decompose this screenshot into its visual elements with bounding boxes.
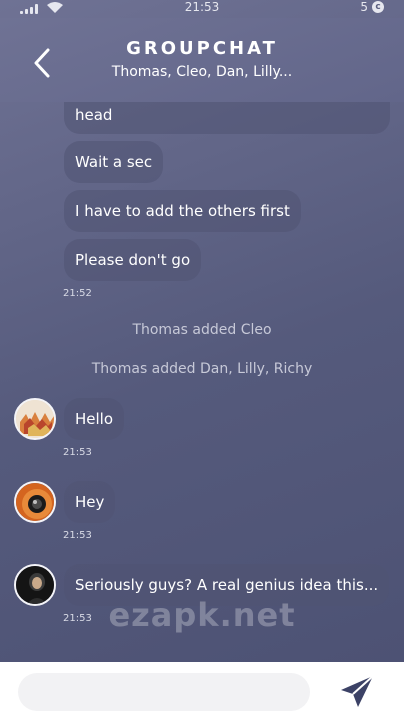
system-message: Thomas added Cleo bbox=[132, 322, 272, 338]
message-timestamp: 21:52 bbox=[63, 288, 92, 299]
message-text: Hello bbox=[75, 410, 114, 428]
message-bubble: Please don't go bbox=[64, 239, 202, 281]
message-bubble: Hello bbox=[64, 398, 125, 440]
system-message: Thomas added Dan, Lilly, Richy bbox=[91, 361, 313, 377]
watermark: ezapk.net bbox=[108, 596, 296, 634]
send-button[interactable] bbox=[338, 674, 376, 710]
avatar-image bbox=[16, 483, 54, 521]
message-text: head bbox=[75, 106, 113, 124]
message-timestamp: 21:53 bbox=[63, 530, 92, 541]
chat-header: GROUPCHAT Thomas, Cleo, Dan, Lilly... bbox=[0, 18, 404, 102]
message-text: Wait a sec bbox=[75, 153, 153, 171]
message-text: Seriously guys? A real genius idea this.… bbox=[75, 576, 379, 594]
message-bubble: I have to add the others first bbox=[64, 190, 301, 232]
page-title: GROUPCHAT bbox=[126, 38, 278, 59]
message-bubble: Hey bbox=[64, 481, 116, 523]
message-text: I have to add the others first bbox=[75, 202, 290, 220]
group-members[interactable]: Thomas, Cleo, Dan, Lilly... bbox=[0, 64, 404, 80]
message-input-bar bbox=[0, 662, 404, 720]
avatar-image bbox=[16, 400, 54, 438]
message-text: Please don't go bbox=[75, 251, 191, 269]
chat-screen: head Wait a sec I have to add the others… bbox=[0, 0, 404, 662]
send-icon bbox=[341, 675, 374, 707]
avatar[interactable] bbox=[14, 481, 56, 523]
avatar[interactable] bbox=[14, 398, 56, 440]
message-text: Hey bbox=[75, 493, 105, 511]
message-input[interactable] bbox=[18, 673, 310, 711]
message-bubble: Wait a sec bbox=[64, 141, 164, 183]
message-timestamp: 21:53 bbox=[63, 447, 92, 458]
